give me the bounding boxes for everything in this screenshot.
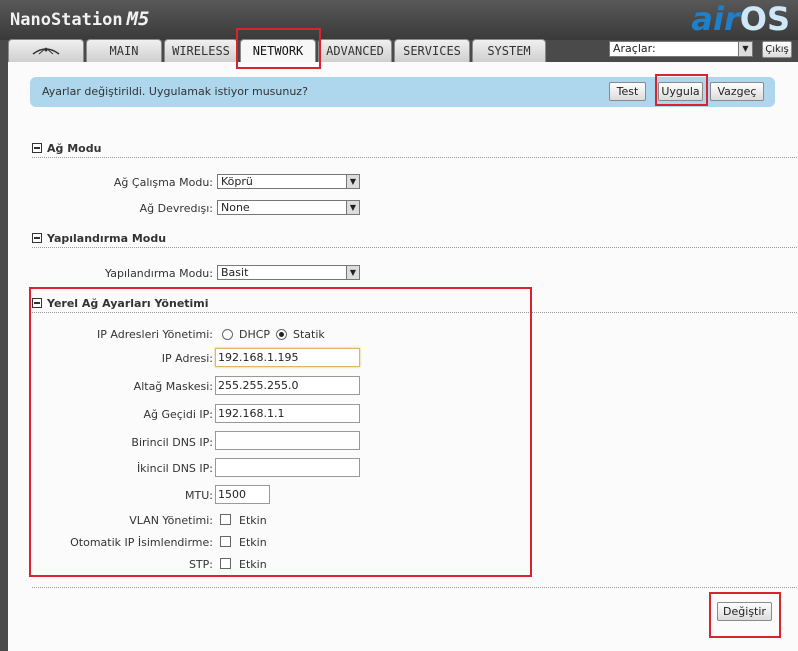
disable-network-select[interactable]: None ▼ <box>217 200 360 215</box>
tab-main[interactable]: MAIN <box>86 39 162 62</box>
logo-air: air <box>691 0 740 38</box>
airos-logo: airOS <box>691 0 790 38</box>
tools-select-value: Araçlar: <box>613 42 656 55</box>
config-mode-value: Basit <box>221 266 249 279</box>
tab-system[interactable]: SYSTEM <box>472 39 546 62</box>
ubiquiti-logo-icon <box>32 47 60 55</box>
collapse-icon <box>32 233 42 243</box>
network-mode-value: Köprü <box>221 175 253 188</box>
tools-select[interactable]: Araçlar: ▼ <box>609 41 753 57</box>
notice-text: Ayarlar değiştirildi. Uygulamak istiyor … <box>42 85 308 98</box>
collapse-icon <box>32 143 42 153</box>
divider <box>32 587 797 588</box>
test-button[interactable]: Test <box>609 82 646 101</box>
config-mode-select[interactable]: Basit ▼ <box>217 265 360 280</box>
highlight-lan-section <box>29 287 532 577</box>
config-mode-label: Yapılandırma Modu: <box>105 267 213 280</box>
disable-network-label: Ağ Devredışı: <box>139 202 213 215</box>
brand-title: NanoStation M5 <box>10 8 149 30</box>
section-network-mode[interactable]: Ağ Modu <box>32 142 101 158</box>
disable-network-value: None <box>221 201 250 214</box>
chevron-down-icon: ▼ <box>346 201 359 214</box>
chevron-down-icon: ▼ <box>346 175 359 188</box>
tab-advanced[interactable]: ADVANCED <box>318 39 392 62</box>
brand-name: NanoStation <box>10 10 123 30</box>
chevron-down-icon: ▼ <box>738 42 752 56</box>
brand-model: M5 <box>126 8 150 30</box>
network-mode-select[interactable]: Köprü ▼ <box>217 174 360 189</box>
network-mode-label: Ağ Çalışma Modu: <box>113 176 213 189</box>
header-bar: NanoStation M5 airOS <box>0 0 798 40</box>
tab-wireless[interactable]: WIRELESS <box>164 39 238 62</box>
section-network-mode-title: Ağ Modu <box>47 142 102 155</box>
section-config-mode[interactable]: Yapılandırma Modu <box>32 232 166 248</box>
cancel-button[interactable]: Vazgeç <box>710 82 764 101</box>
highlight-network-tab <box>236 28 321 69</box>
logo-os: OS <box>739 0 790 38</box>
tab-ubnt-logo[interactable] <box>8 39 84 62</box>
divider <box>32 157 797 158</box>
highlight-change-button <box>709 592 781 638</box>
tab-services[interactable]: SERVICES <box>394 39 470 62</box>
chevron-down-icon: ▼ <box>346 266 359 279</box>
highlight-apply-button <box>655 74 708 106</box>
divider <box>32 247 797 248</box>
logout-button[interactable]: Çıkış <box>762 41 792 58</box>
section-config-mode-title: Yapılandırma Modu <box>47 232 167 245</box>
